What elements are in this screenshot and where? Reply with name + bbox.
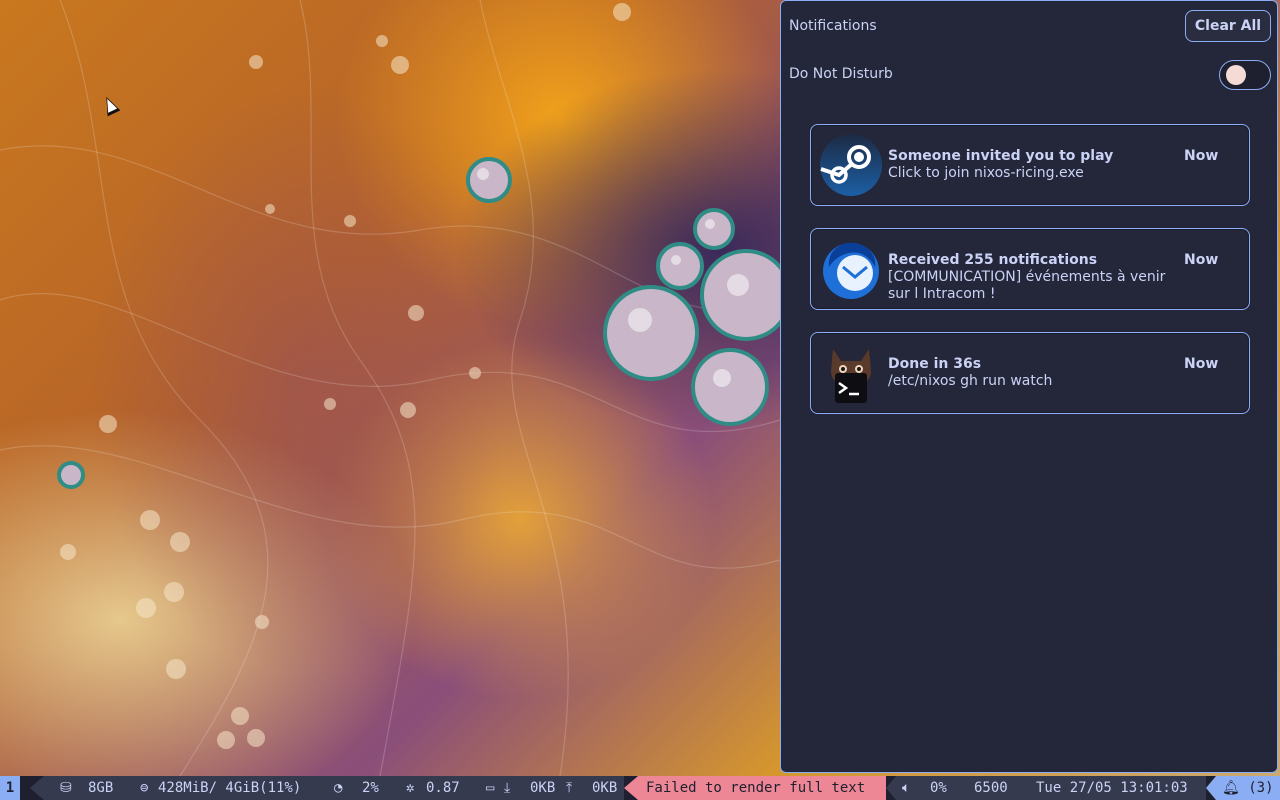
notification-title: Done in 36s (888, 356, 982, 372)
do-not-disturb-label: Do Not Disturb (789, 66, 893, 82)
volume-value[interactable]: 0% (930, 776, 947, 800)
steam-icon (820, 134, 882, 196)
notification-count: (3) (1248, 780, 1274, 796)
toggle-knob (1226, 65, 1246, 85)
workspace-indicator[interactable]: 1 (0, 776, 20, 800)
separator (886, 776, 896, 800)
controls-group: 🔈︎ 0% 6500 Tue 27/05 13:01:03 (896, 776, 1206, 800)
notification-card-thunderbird[interactable]: Received 255 notifications Now [COMMUNIC… (810, 228, 1250, 310)
brightness-value[interactable]: 6500 (974, 776, 1008, 800)
notification-body: Click to join nixos-ricing.exe (888, 165, 1084, 181)
notification-title: Received 255 notifications (888, 252, 1098, 268)
volume-icon[interactable]: 🔈︎ (902, 776, 910, 800)
download-icon: ⤓ (504, 780, 511, 796)
memory-icon: ⊜ (140, 780, 149, 796)
terminal-cat-icon (831, 349, 871, 403)
bell-icon: 🔔︎ (1222, 780, 1240, 796)
network-icon: ▭ (486, 780, 495, 796)
notification-body: /etc/nixos gh run watch (888, 373, 1053, 389)
net-up-value: 0KB (592, 780, 618, 796)
notification-body: [COMMUNICATION] événements à venir sur l… (888, 269, 1166, 302)
cpu-icon: ◔ (334, 780, 343, 796)
disk-value: 8GB (88, 780, 114, 796)
status-bar: 1 ⛁ 8GB ⊜ 428MiB/ 4GiB(11%) ◔ 2% ✲ 0.87 … (0, 776, 1280, 800)
upload-icon: ⤒ (566, 780, 573, 796)
notification-title: Someone invited you to play (888, 148, 1114, 164)
separator (1206, 776, 1216, 800)
system-stats-group: ⛁ 8GB ⊜ 428MiB/ 4GiB(11%) ◔ 2% ✲ 0.87 ▭ … (44, 776, 624, 800)
clear-all-button[interactable]: Clear All (1185, 10, 1271, 42)
thunderbird-icon (823, 242, 879, 299)
notification-card-steam[interactable]: Someone invited you to play Now Click to… (810, 124, 1250, 206)
error-message: Failed to render full text (638, 776, 886, 800)
notification-card-terminal[interactable]: Done in 36s Now /etc/nixos gh run watch (810, 332, 1250, 414)
notification-indicator[interactable]: 🔔︎ (3) (1216, 776, 1280, 800)
clock[interactable]: Tue 27/05 13:01:03 (1036, 776, 1188, 800)
notification-center: Notifications Clear All Do Not Disturb S… (780, 0, 1278, 773)
do-not-disturb-toggle[interactable] (1219, 60, 1271, 90)
memory-value: 428MiB/ 4GiB(11%) (158, 780, 302, 796)
net-down-value: 0KB (530, 780, 556, 796)
cpu-value: 2% (362, 780, 379, 796)
separator (624, 776, 638, 800)
disk-icon: ⛁ (60, 780, 72, 796)
load-icon: ✲ (406, 780, 415, 796)
notification-center-title: Notifications (789, 18, 877, 34)
notification-time: Now (1184, 148, 1219, 164)
notification-time: Now (1184, 356, 1219, 372)
load-value: 0.87 (426, 780, 460, 796)
separator (30, 776, 44, 800)
notification-time: Now (1184, 252, 1219, 268)
